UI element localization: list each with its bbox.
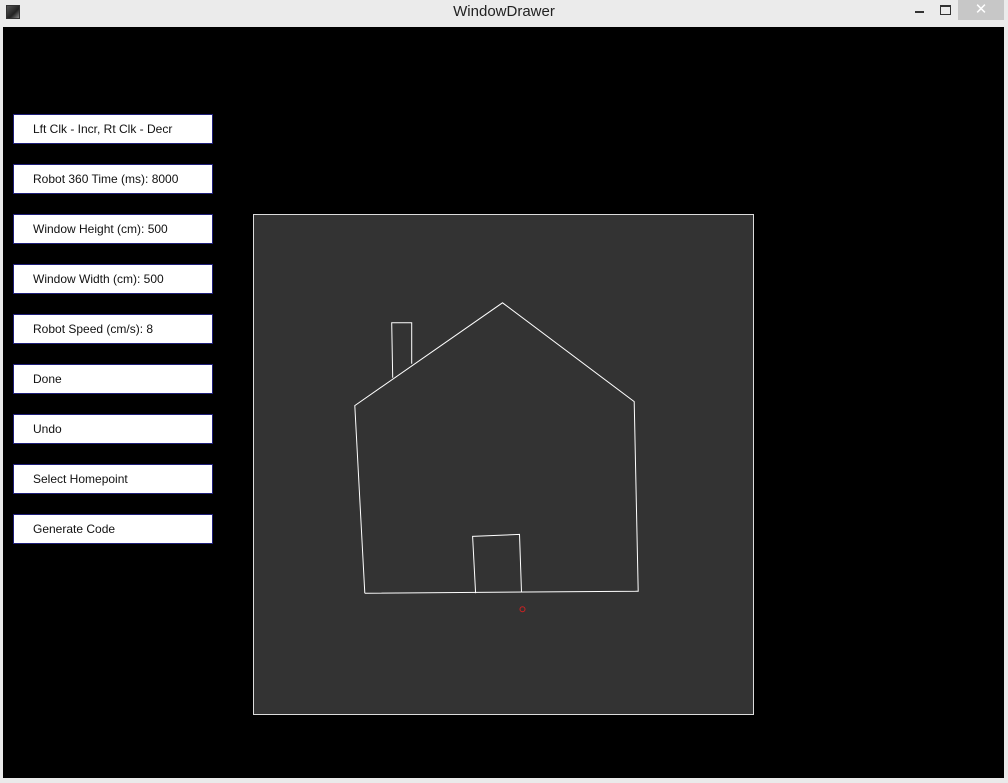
- close-icon: ✕: [974, 1, 988, 18]
- title-bar[interactable]: WindowDrawer ✕: [0, 0, 1008, 26]
- drawing-canvas[interactable]: [253, 214, 754, 715]
- window-width-button[interactable]: Window Width (cm): 500: [13, 264, 213, 294]
- robot-speed-button[interactable]: Robot Speed (cm/s): 8: [13, 314, 213, 344]
- window-title: WindowDrawer: [453, 3, 555, 20]
- house-outline: [354, 302, 639, 594]
- maximize-button[interactable]: [932, 0, 958, 20]
- app-window: WindowDrawer ✕ Lft Clk - Incr, Rt Clk - …: [0, 0, 1008, 783]
- select-homepoint-button[interactable]: Select Homepoint: [13, 464, 213, 494]
- generate-code-button[interactable]: Generate Code: [13, 514, 213, 544]
- window-bottom-border: [0, 778, 1008, 783]
- minimize-button[interactable]: [906, 0, 932, 20]
- maximize-icon: [939, 5, 951, 15]
- done-button[interactable]: Done: [13, 364, 213, 394]
- door: [472, 533, 522, 594]
- close-button[interactable]: ✕: [958, 0, 1004, 20]
- window-height-button[interactable]: Window Height (cm): 500: [13, 214, 213, 244]
- chimney: [391, 322, 413, 378]
- drawing-svg[interactable]: [254, 215, 753, 714]
- mouse-hint-button[interactable]: Lft Clk - Incr, Rt Clk - Decr: [13, 114, 213, 144]
- drawing-client-area: Lft Clk - Incr, Rt Clk - Decr Robot 360 T…: [3, 27, 1004, 778]
- homepoint-marker: [519, 606, 526, 613]
- robot-360-time-button[interactable]: Robot 360 Time (ms): 8000: [13, 164, 213, 194]
- undo-button[interactable]: Undo: [13, 414, 213, 444]
- minimize-icon: [914, 11, 924, 13]
